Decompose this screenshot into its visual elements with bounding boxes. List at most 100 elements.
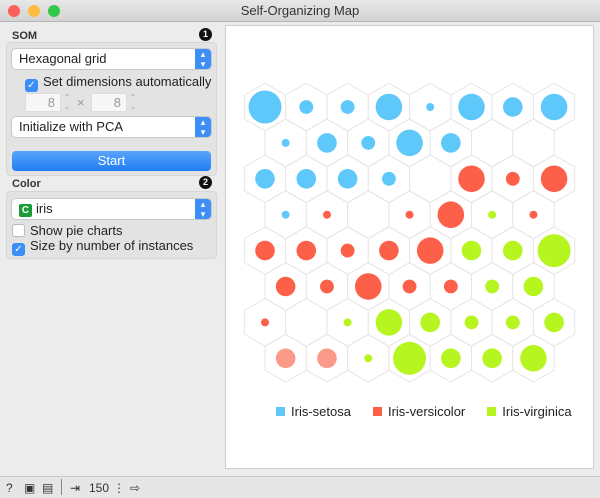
cell-circle	[337, 169, 358, 189]
help-icon[interactable]: ?	[6, 481, 13, 495]
cell-circle	[281, 138, 290, 147]
cell-circle	[461, 240, 482, 261]
cell-circle	[340, 243, 355, 258]
cell-circle	[537, 234, 571, 268]
legend-swatch	[276, 407, 285, 416]
cell-circle	[405, 210, 414, 219]
som-box: Hexagonal grid ▴ ▾ ✓ Set dimensions automat…	[6, 42, 217, 176]
legend: Iris-setosa Iris-versicolor Iris-virginica	[276, 404, 594, 419]
cell-circle	[317, 133, 337, 153]
times-sign: ×	[77, 95, 85, 110]
show-pie-checkbox[interactable]: Show pie charts	[12, 223, 123, 238]
size-by-count-label: Size by number of instances	[30, 238, 194, 253]
auto-dims-checkbox[interactable]: ✓ Set dimensions automatically	[25, 74, 211, 92]
cell-circle	[540, 93, 568, 121]
chevron-updown-icon: ▴ ▾	[195, 199, 211, 219]
cell-circle	[488, 210, 497, 219]
init-value: Initialize with PCA	[19, 119, 124, 134]
cell-circle	[482, 348, 502, 369]
cell-circle	[529, 210, 538, 219]
title-bar: Self-Organizing Map	[0, 0, 600, 22]
som-plot[interactable]: Iris-setosa Iris-versicolor Iris-virginica	[225, 25, 594, 469]
window-title: Self-Organizing Map	[240, 3, 360, 18]
color-box: Ciris ▴ ▾ Show pie charts ✓ Size by number …	[6, 191, 217, 259]
cell-circle	[322, 210, 331, 219]
start-button[interactable]: Start	[12, 151, 211, 171]
cell-circle	[361, 135, 376, 150]
cell-circle	[396, 129, 423, 157]
minimize-button[interactable]	[28, 5, 40, 17]
cell-circle	[503, 97, 523, 117]
cell-circle	[544, 312, 564, 333]
cell-circle	[296, 240, 317, 261]
height-spinbox[interactable]: 8	[91, 93, 127, 112]
input-icon[interactable]: ⇥	[70, 481, 80, 495]
cell-circle	[281, 210, 290, 219]
cell-circle	[248, 90, 282, 124]
legend-swatch	[372, 407, 382, 416]
cell-circle	[441, 348, 461, 369]
legend-item: Iris-virginica	[487, 404, 572, 419]
cell-circle	[393, 341, 427, 375]
init-select[interactable]: Initialize with PCA ▴ ▾	[12, 117, 211, 137]
checkbox-icon: ✓	[12, 243, 25, 256]
save-icon[interactable]: ▣	[24, 481, 35, 495]
cell-circle	[340, 100, 355, 114]
cell-circle	[426, 103, 435, 111]
grid-type-select[interactable]: Hexagonal grid ▴ ▾	[12, 49, 211, 69]
report-icon[interactable]: ▤	[42, 481, 53, 495]
width-spinbox[interactable]: 8	[25, 93, 61, 112]
grid-type-value: Hexagonal grid	[19, 51, 107, 66]
legend-label: Iris-virginica	[502, 404, 572, 419]
legend-label: Iris-versicolor	[387, 404, 466, 419]
cell-circle	[520, 345, 547, 372]
zoom-button[interactable]	[48, 5, 60, 17]
cell-circle	[375, 93, 403, 121]
cell-circle	[320, 279, 334, 294]
width-stepper-icon[interactable]: ⌃ ⌄	[62, 93, 72, 112]
more-icon[interactable]: ⋮	[113, 481, 125, 495]
cell-circle	[379, 240, 399, 261]
cell-circle	[375, 309, 403, 336]
legend-swatch	[487, 407, 497, 416]
cell-circle	[261, 318, 269, 327]
cell-circle	[458, 93, 485, 121]
cell-circle	[364, 354, 373, 363]
cell-circle	[296, 169, 317, 189]
categorical-icon: C	[19, 204, 32, 217]
color-badge: 2	[199, 176, 212, 189]
checkbox-icon: ✓	[25, 79, 38, 92]
legend-label: Iris-setosa	[291, 404, 351, 419]
cell-circle	[317, 348, 337, 369]
cell-circle	[255, 240, 275, 261]
cell-circle	[505, 315, 520, 330]
size-by-count-checkbox[interactable]: ✓ Size by number of instances	[12, 238, 193, 256]
chevron-updown-icon: ▴ ▾	[195, 117, 211, 137]
status-bar: ? ▣ ▤ ⇥ 150 ⋮ ⇨	[0, 476, 600, 498]
instances-count: 150	[89, 481, 110, 495]
color-variable-select[interactable]: Ciris ▴ ▾	[12, 199, 211, 219]
checkbox-icon	[12, 224, 25, 237]
close-button[interactable]	[8, 5, 20, 17]
cell-circle	[437, 201, 465, 228]
cell-circle	[354, 273, 382, 300]
cell-circle	[420, 312, 440, 333]
cell-circle	[275, 348, 296, 369]
chevron-updown-icon: ▴ ▾	[195, 49, 211, 69]
cell-circle	[441, 133, 461, 153]
height-stepper-icon[interactable]: ⌃ ⌄	[128, 93, 138, 112]
cell-circle	[464, 315, 479, 330]
som-section-label: SOM	[12, 30, 38, 42]
cell-circle	[443, 279, 458, 294]
cell-circle	[343, 318, 352, 327]
cell-circle	[523, 276, 544, 297]
legend-item: Iris-setosa	[276, 404, 351, 419]
output-icon[interactable]: ⇨	[130, 481, 140, 495]
cell-circle	[255, 169, 275, 189]
cell-circle	[485, 279, 500, 294]
auto-dims-label: Set dimensions automatically	[43, 74, 212, 89]
show-pie-label: Show pie charts	[30, 223, 123, 238]
cell-circle	[416, 237, 444, 264]
color-section-label: Color	[12, 178, 41, 190]
cell-circle	[299, 100, 314, 114]
